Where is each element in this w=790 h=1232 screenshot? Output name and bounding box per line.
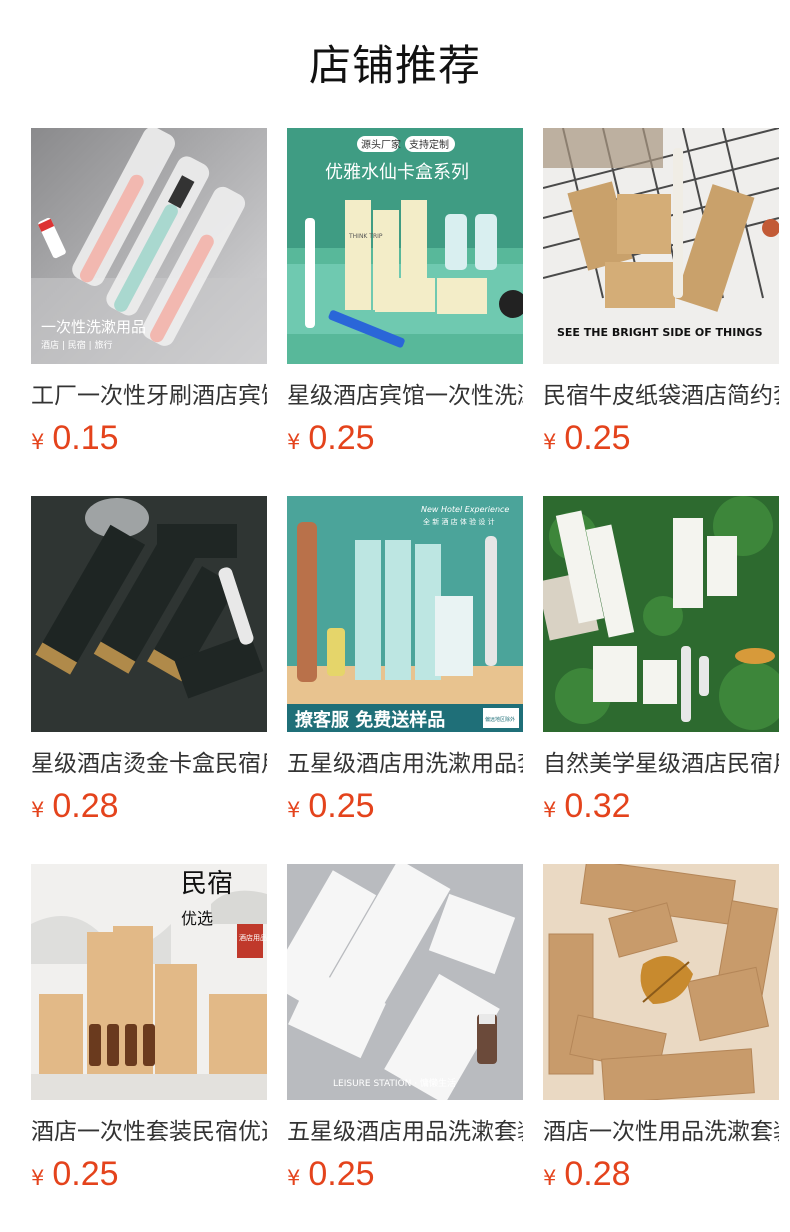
product-image[interactable] xyxy=(543,864,779,1100)
price-amount: 0.25 xyxy=(308,419,375,457)
image-caption: 优雅水仙卡盒系列 xyxy=(325,162,469,183)
currency-symbol: ¥ xyxy=(287,430,301,454)
image-title: 民宿 xyxy=(181,869,233,899)
price-amount: 0.32 xyxy=(564,787,631,825)
product-name[interactable]: 民宿牛皮纸袋酒店简约套装 xyxy=(543,378,779,414)
image-caption: SEE THE BRIGHT SIDE OF THINGS xyxy=(557,326,763,339)
product-name[interactable]: 酒店一次性套装民宿优选用品 xyxy=(31,1114,267,1150)
price-amount: 0.25 xyxy=(308,1155,375,1193)
price-amount: 0.25 xyxy=(564,419,631,457)
product-price: ¥0.25 xyxy=(287,1152,375,1196)
page-title: 店铺推荐 xyxy=(308,41,481,90)
product-image[interactable]: 民宿 优选 酒店用品 xyxy=(31,864,267,1100)
product-card[interactable]: 民宿 优选 酒店用品 酒店一次性套装民宿优选用品 ¥0.25 xyxy=(31,864,267,1204)
currency-symbol: ¥ xyxy=(287,798,301,822)
currency-symbol: ¥ xyxy=(543,1166,557,1190)
price-amount: 0.15 xyxy=(52,419,119,457)
image-caption: LEISURE STATION · 慵懒生活 xyxy=(333,1077,456,1089)
product-name[interactable]: 星级酒店烫金卡盒民宿用品 xyxy=(31,746,267,782)
product-image[interactable]: 源头厂家 支持定制 优雅水仙卡盒系列 THINK TRIP xyxy=(287,128,523,364)
currency-symbol: ¥ xyxy=(31,430,45,454)
product-card[interactable]: 一次性洗漱用品 酒店 | 民宿 | 旅行 工厂一次性牙刷酒店宾馆民宿 ¥0.15 xyxy=(31,128,267,468)
image-banner-note: 偏远地区除外 xyxy=(485,716,515,723)
product-name[interactable]: 自然美学星级酒店民宿用品 xyxy=(543,746,779,782)
product-card[interactable]: 星级酒店烫金卡盒民宿用品 ¥0.28 xyxy=(31,496,267,836)
product-name[interactable]: 工厂一次性牙刷酒店宾馆民宿 xyxy=(31,378,267,414)
product-price: ¥0.25 xyxy=(287,416,375,460)
product-name[interactable]: 酒店一次性用品洗漱套装 xyxy=(543,1114,779,1150)
price-amount: 0.28 xyxy=(52,787,119,825)
image-stamp: 酒店用品 xyxy=(239,933,267,942)
product-card[interactable]: 酒店一次性用品洗漱套装 ¥0.28 xyxy=(543,864,779,1204)
currency-symbol: ¥ xyxy=(31,1166,45,1190)
image-caption: 一次性洗漱用品 xyxy=(41,318,146,336)
product-price: ¥0.25 xyxy=(287,784,375,828)
product-name[interactable]: 五星级酒店用洗漱用品套装 xyxy=(287,746,523,782)
currency-symbol: ¥ xyxy=(543,430,557,454)
price-amount: 0.25 xyxy=(52,1155,119,1193)
product-card[interactable]: 自然美学星级酒店民宿用品 ¥0.32 xyxy=(543,496,779,836)
product-image[interactable]: LEISURE STATION · 慵懒生活 xyxy=(287,864,523,1100)
image-subtagline: 全 新 酒 店 体 验 设 计 xyxy=(423,517,495,526)
product-image[interactable] xyxy=(543,496,779,732)
image-banner: 撩客服 免费送样品 xyxy=(295,709,445,731)
currency-symbol: ¥ xyxy=(543,798,557,822)
product-price: ¥0.25 xyxy=(31,1152,119,1196)
product-price: ¥0.32 xyxy=(543,784,631,828)
product-card[interactable]: SEE THE BRIGHT SIDE OF THINGS 民宿牛皮纸袋酒店简约… xyxy=(543,128,779,468)
product-name[interactable]: 五星级酒店用品洗漱套装 xyxy=(287,1114,523,1150)
price-amount: 0.28 xyxy=(564,1155,631,1193)
currency-symbol: ¥ xyxy=(31,798,45,822)
image-tag: 支持定制 xyxy=(409,138,449,151)
product-image[interactable]: 一次性洗漱用品 酒店 | 民宿 | 旅行 xyxy=(31,128,267,364)
product-price: ¥0.25 xyxy=(543,416,631,460)
image-tag: 源头厂家 xyxy=(361,138,401,151)
image-subcaption: 酒店 | 民宿 | 旅行 xyxy=(41,339,113,351)
product-image[interactable] xyxy=(31,496,267,732)
image-subtitle: 优选 xyxy=(181,909,213,928)
product-card[interactable]: 源头厂家 支持定制 优雅水仙卡盒系列 THINK TRIP 星级酒店宾馆一次性洗… xyxy=(287,128,523,468)
image-tagline: New Hotel Experience xyxy=(421,505,509,514)
box-label: THINK TRIP xyxy=(348,233,383,240)
product-price: ¥0.28 xyxy=(543,1152,631,1196)
product-image[interactable]: New Hotel Experience 全 新 酒 店 体 验 设 计 撩客服… xyxy=(287,496,523,732)
product-image[interactable]: SEE THE BRIGHT SIDE OF THINGS xyxy=(543,128,779,364)
product-price: ¥0.15 xyxy=(31,416,119,460)
product-name[interactable]: 星级酒店宾馆一次性洗漱用品 xyxy=(287,378,523,414)
price-amount: 0.25 xyxy=(308,787,375,825)
product-price: ¥0.28 xyxy=(31,784,119,828)
currency-symbol: ¥ xyxy=(287,1166,301,1190)
product-card[interactable]: LEISURE STATION · 慵懒生活 五星级酒店用品洗漱套装 ¥0.25 xyxy=(287,864,523,1204)
product-card[interactable]: New Hotel Experience 全 新 酒 店 体 验 设 计 撩客服… xyxy=(287,496,523,836)
